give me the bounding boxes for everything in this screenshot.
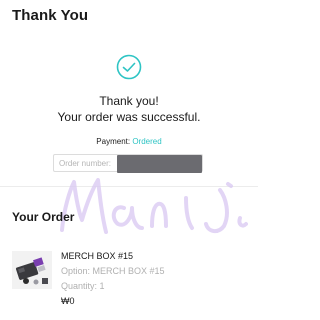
thank-you-message: Thank you!: [99, 94, 159, 108]
order-success-message: Your order was successful.: [57, 110, 201, 124]
payment-status-row: Payment: Ordered: [0, 137, 258, 146]
section-divider: [0, 186, 258, 187]
payment-label: Payment:: [96, 137, 131, 146]
payment-status: Ordered: [132, 137, 162, 146]
order-number-label: Order number:: [59, 159, 112, 168]
handwritten-watermark: [60, 178, 248, 234]
redacted-order-number: [117, 155, 202, 173]
check-circle-icon: [116, 54, 142, 80]
product-thumbnail[interactable]: [12, 251, 52, 289]
order-number-field: Order number:: [53, 154, 203, 173]
product-price: ₩0: [61, 296, 75, 306]
your-order-heading: Your Order: [12, 210, 75, 224]
thank-you-page: Thank You Thank you! Your order was succ…: [0, 0, 258, 320]
product-option: Option: MERCH BOX #15: [61, 266, 165, 276]
page-title: Thank You: [12, 7, 89, 24]
product-quantity: Quantity: 1: [61, 281, 105, 291]
product-name[interactable]: MERCH BOX #15: [61, 251, 133, 261]
